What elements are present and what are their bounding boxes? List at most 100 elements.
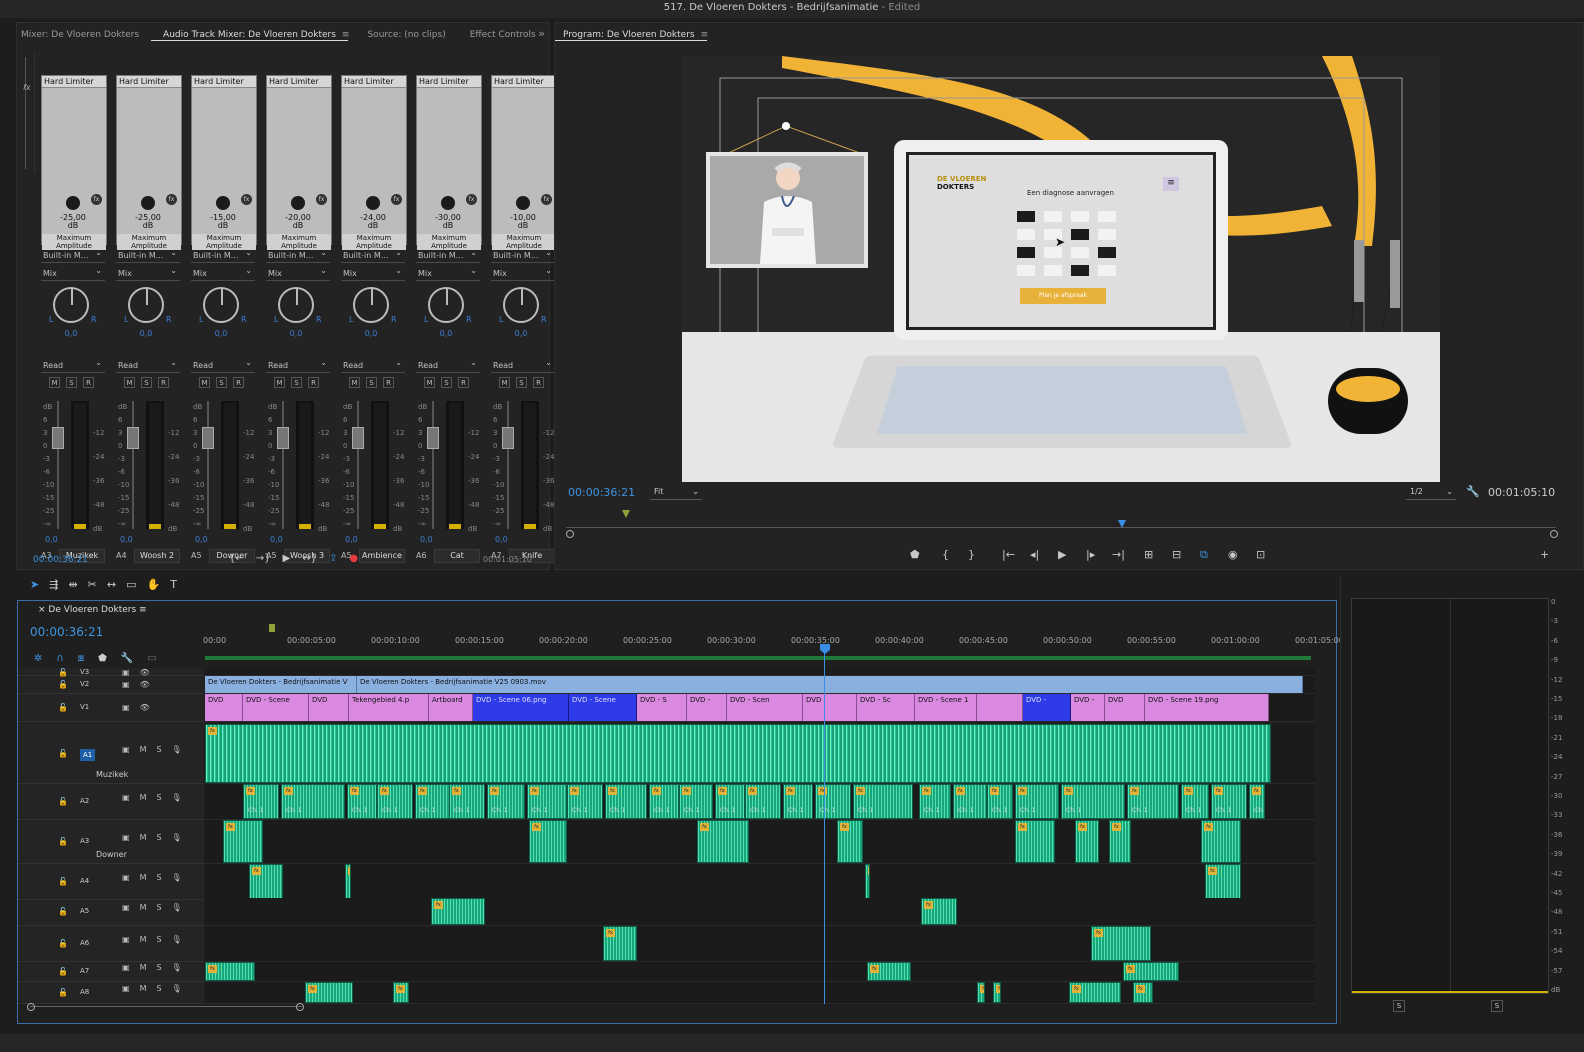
send-dropdown[interactable]: Built-in M...	[191, 246, 255, 263]
solo-right-button[interactable]: S	[1491, 1000, 1503, 1012]
video-clip[interactable]: DVD - Scene 06.png	[473, 694, 569, 721]
track-select-tool-icon[interactable]: ⇶	[49, 578, 58, 591]
captions-icon[interactable]: ▭	[147, 653, 156, 664]
effect-slot[interactable]: Hard Limiter fx -15,00 dB Maximum Amplitu…	[191, 75, 257, 250]
timeline-playhead-handle[interactable]	[820, 644, 830, 654]
audio-clip-music[interactable]: fx	[205, 724, 1271, 783]
hamburger-icon[interactable]: ≡	[139, 605, 147, 615]
track-header-a4[interactable]: 🔓 A4 ▣MS🎙	[18, 864, 204, 900]
mix-dropdown[interactable]: Mix	[491, 264, 555, 281]
track-lane-v2[interactable]: De Vloeren Dokters - Bedrijfsanimatie VD…	[205, 676, 1315, 694]
record-button[interactable]: R	[233, 377, 244, 388]
record-button[interactable]: R	[383, 377, 394, 388]
tab-source[interactable]: Source: (no clips)	[355, 30, 457, 40]
audio-clip[interactable]: Ch. 1 fx	[1181, 784, 1209, 819]
voice-over-mic-icon[interactable]: 🎙	[172, 935, 192, 944]
video-clip[interactable]: DVD -	[1023, 694, 1071, 721]
audio-clip[interactable]: fx	[1123, 962, 1179, 981]
solo-button[interactable]: S	[216, 377, 227, 388]
fader-cap[interactable]	[52, 427, 64, 449]
mute-button[interactable]: M	[199, 377, 210, 388]
pan-knob[interactable]	[428, 287, 464, 323]
track-header-a6[interactable]: 🔓 A6 ▣MS🎙	[18, 926, 204, 962]
audio-clip[interactable]: Ch. 1 fx	[649, 784, 679, 819]
track-lane-a2[interactable]: Ch. 1 fx Ch. 1 fx Ch. 1 fx Ch. 1 fx Ch. 1 fx Ch. 1…	[205, 784, 1315, 820]
audio-clip[interactable]: fx	[1205, 864, 1241, 899]
audio-clip[interactable]: fx	[921, 898, 957, 925]
sync-lock-icon[interactable]: ▣	[122, 935, 140, 944]
work-area-bar[interactable]	[205, 656, 1311, 660]
automation-mode-dropdown[interactable]: Read	[491, 356, 555, 373]
track-id[interactable]: A5	[80, 907, 89, 915]
close-icon[interactable]: ×	[38, 605, 46, 615]
go-to-out-icon[interactable]: →|	[1112, 548, 1125, 561]
step-back-icon[interactable]: ◂|	[1030, 548, 1039, 561]
zoom-fit-dropdown[interactable]: Fit ⌄	[650, 486, 702, 500]
audio-clip[interactable]: fx	[431, 898, 485, 925]
audio-clip[interactable]: fx	[603, 926, 637, 961]
track-mute-button[interactable]: M	[140, 963, 157, 972]
pan-knob[interactable]	[203, 287, 239, 323]
track-header-a2[interactable]: 🔓 A2 ▣MS🎙	[18, 784, 204, 820]
fx-bypass-icon[interactable]: fx	[391, 194, 402, 205]
audio-clip[interactable]: fx	[249, 864, 283, 899]
add-button-icon[interactable]: +	[1540, 548, 1549, 561]
go-to-out-icon[interactable]: →}	[256, 553, 271, 564]
voice-over-mic-icon[interactable]: 🎙	[172, 984, 192, 993]
solo-button[interactable]: S	[366, 377, 377, 388]
volume-fader[interactable]	[51, 401, 65, 529]
effect-slot[interactable]: Hard Limiter fx -24,00 dB Maximum Amplitu…	[341, 75, 407, 250]
tab-audio-track-mixer[interactable]: Audio Track Mixer: De Vloeren Dokters	[151, 30, 348, 41]
send-dropdown[interactable]: Built-in M...	[116, 246, 180, 263]
fx-bypass-icon[interactable]: fx	[541, 194, 552, 205]
video-clip[interactable]: DVD	[309, 694, 349, 721]
effect-knob[interactable]	[216, 196, 230, 210]
eye-icon[interactable]: 👁	[140, 703, 160, 712]
track-lane-v3[interactable]	[205, 668, 1315, 676]
track-name[interactable]: Cat	[434, 549, 480, 563]
mute-button[interactable]: M	[349, 377, 360, 388]
track-solo-button[interactable]: S	[156, 793, 171, 802]
track-header-a7[interactable]: 🔓 A7 ▣MS🎙	[18, 962, 204, 982]
fader-cap[interactable]	[127, 427, 139, 449]
volume-value[interactable]: 0,0	[495, 535, 508, 544]
lock-icon[interactable]: 🔓	[58, 939, 68, 948]
audio-clip[interactable]: Ch. 1 fx	[745, 784, 781, 819]
play-icon[interactable]: ▶	[283, 553, 291, 564]
track-solo-button[interactable]: S	[156, 833, 171, 842]
track-solo-button[interactable]: S	[156, 935, 171, 944]
program-current-time[interactable]: 00:00:36:21	[568, 486, 635, 499]
audio-clip[interactable]: fx	[529, 820, 567, 863]
volume-value[interactable]: 0,0	[270, 535, 283, 544]
audio-clip[interactable]: Ch. 1 fx	[567, 784, 603, 819]
slip-tool-icon[interactable]: ↔	[107, 578, 116, 591]
audio-clip[interactable]: fx	[1075, 820, 1099, 863]
rectangle-tool-icon[interactable]: ▭	[126, 578, 136, 591]
lock-icon[interactable]: 🔓	[58, 703, 68, 712]
video-clip[interactable]: Artboard	[429, 694, 473, 721]
automation-mode-dropdown[interactable]: Read	[341, 356, 405, 373]
sync-lock-icon[interactable]: ▣	[122, 984, 140, 993]
effect-slot[interactable]: Hard Limiter fx -25,00 dB Maximum Amplitu…	[116, 75, 182, 250]
scroll-handle-left[interactable]	[27, 1003, 35, 1011]
track-header-a8[interactable]: 🔓 A8 ▣MS🎙	[18, 982, 204, 1004]
audio-clip[interactable]: Ch. 1 fx	[1061, 784, 1125, 819]
ripple-edit-tool-icon[interactable]: ⇹	[68, 578, 77, 591]
record-button[interactable]: R	[533, 377, 544, 388]
video-clip[interactable]: De Vloeren Dokters - Bedrijfsanimatie V	[205, 676, 357, 693]
track-id[interactable]: A4	[80, 877, 89, 885]
lock-icon[interactable]: 🔓	[58, 967, 68, 976]
in-point-marker[interactable]	[622, 510, 630, 518]
track-solo-button[interactable]: S	[156, 903, 171, 912]
audio-clip[interactable]: Ch. 1 fx	[449, 784, 485, 819]
volume-fader[interactable]	[276, 401, 290, 529]
track-id[interactable]: A1	[80, 749, 96, 761]
send-dropdown[interactable]: Built-in M...	[491, 246, 555, 263]
export-frame-icon[interactable]: ◉	[1228, 548, 1238, 561]
track-solo-button[interactable]: S	[156, 745, 171, 754]
sync-lock-icon[interactable]: ▣	[122, 703, 140, 712]
track-header-v1[interactable]: 🔓 V1 ▣👁	[18, 694, 204, 722]
audio-clip[interactable]: fx	[205, 962, 255, 981]
track-mute-button[interactable]: M	[140, 745, 157, 754]
track-header-v3[interactable]: 🔓 V3 ▣👁	[18, 668, 204, 677]
